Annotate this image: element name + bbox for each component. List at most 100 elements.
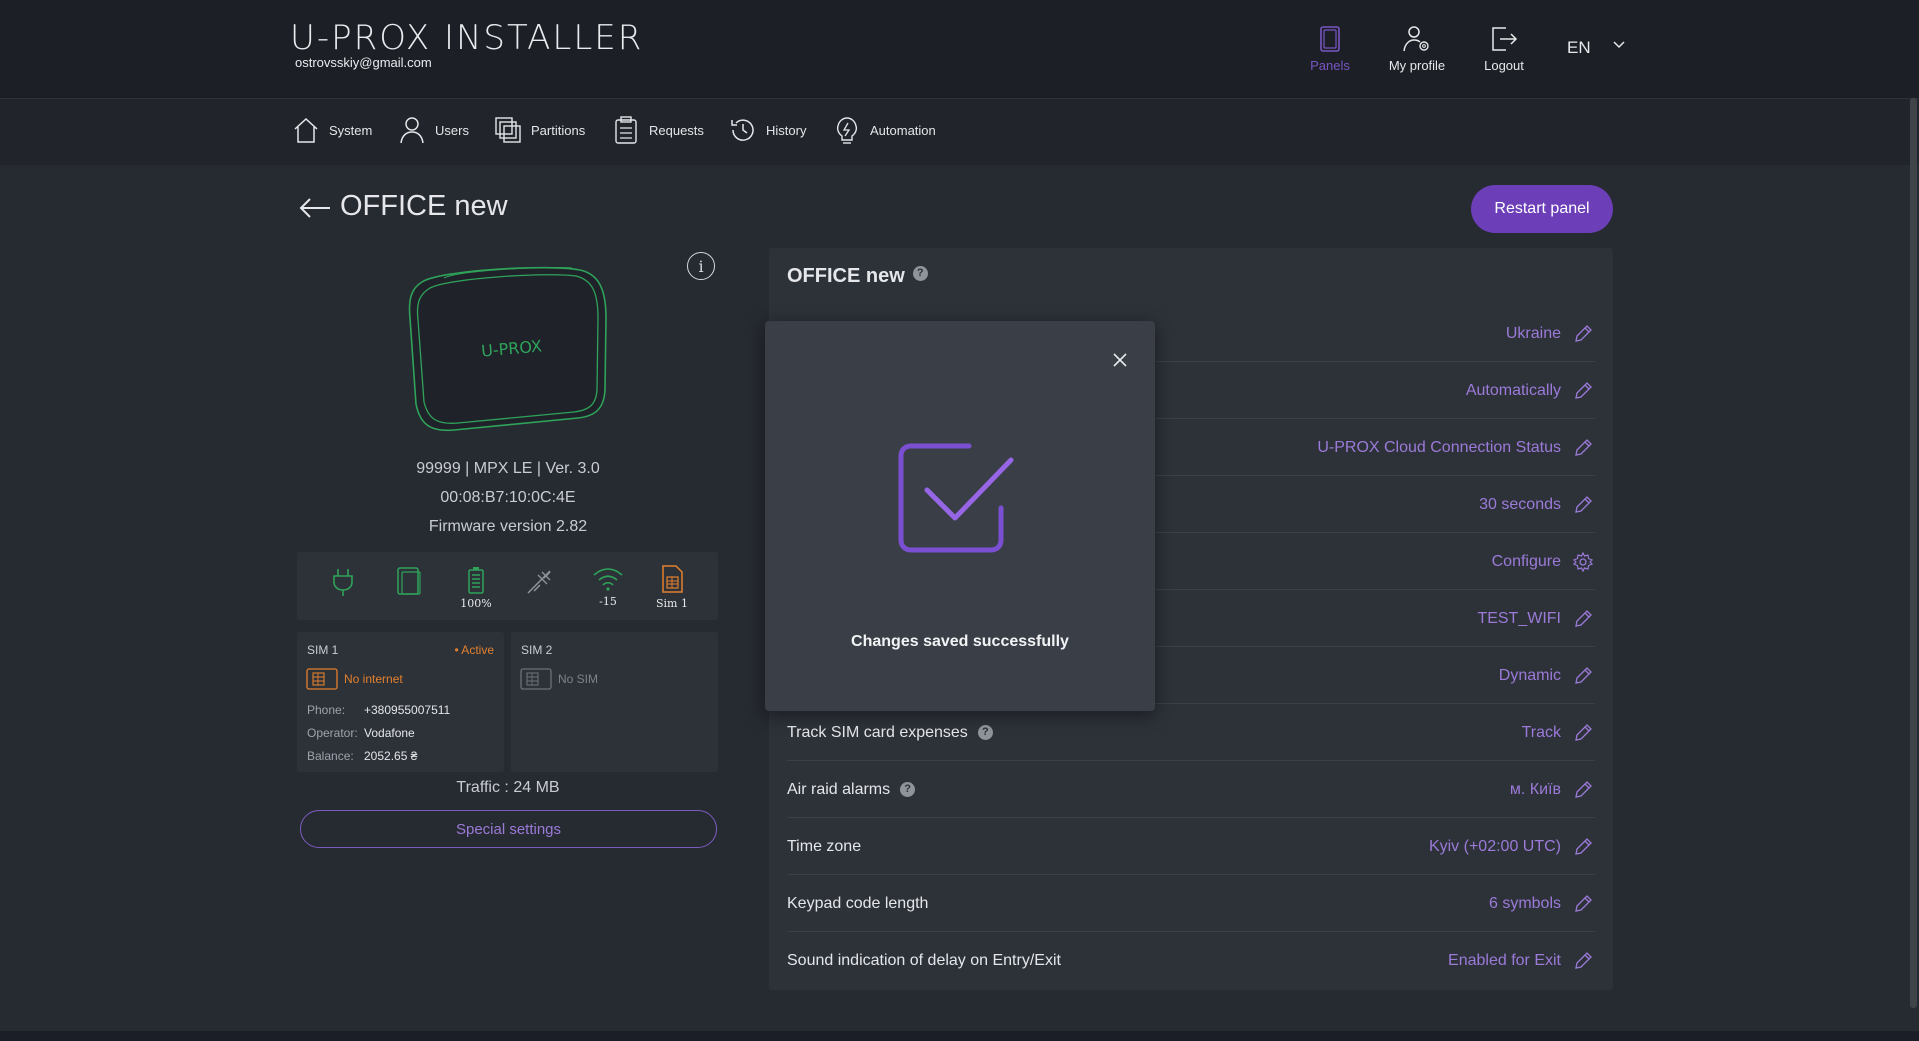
info-icon[interactable]: i — [687, 252, 715, 280]
nav-requests-label: Requests — [649, 122, 704, 138]
pencil-icon[interactable] — [1573, 723, 1593, 743]
sim1-phone-label: Phone: — [307, 703, 346, 717]
wifi-icon — [593, 568, 623, 591]
sim1-operator: Vodafone — [364, 726, 415, 740]
back-arrow-icon[interactable] — [298, 196, 332, 220]
settings-row-value[interactable]: 30 seconds — [1479, 476, 1561, 533]
settings-row-track-sim[interactable]: Track SIM card expenses? Track — [769, 704, 1613, 761]
taskbar-strip — [0, 1031, 1919, 1041]
settings-row-value[interactable]: м. Київ — [1510, 761, 1561, 818]
partitions-icon — [495, 117, 521, 143]
settings-row-value[interactable]: TEST_WIFI — [1477, 590, 1561, 647]
device-image: U-PROX — [408, 266, 607, 432]
page-title: OFFICE new — [340, 190, 508, 222]
battery-icon — [468, 567, 484, 594]
panel-device-icon — [1320, 26, 1340, 52]
pencil-icon[interactable] — [1573, 666, 1593, 686]
settings-row-value[interactable]: Track — [1522, 704, 1561, 761]
help-icon[interactable]: ? — [900, 782, 916, 798]
power-plug-icon — [329, 566, 357, 601]
settings-row-value[interactable]: Ukraine — [1506, 305, 1561, 362]
user-email: ostrovsskiy@gmail.com — [295, 55, 432, 70]
page-scrollbar[interactable] — [1910, 98, 1917, 1008]
help-icon[interactable]: ? — [977, 725, 993, 741]
pencil-icon[interactable] — [1573, 381, 1593, 401]
help-icon[interactable]: ? — [912, 265, 928, 281]
settings-row-air-raid[interactable]: Air raid alarms? м. Київ — [769, 761, 1613, 818]
battery-level: 100% — [460, 597, 492, 610]
settings-row-label: Air raid alarms? — [787, 761, 916, 818]
nav-automation-label: Automation — [870, 122, 936, 138]
wifi-indicator: -15 — [588, 566, 628, 608]
logout-icon — [1492, 27, 1518, 51]
sim1-title: SIM 1 — [307, 643, 339, 657]
device-firmware: Firmware version 2.82 — [428, 518, 588, 535]
settings-row-value[interactable]: Kyiv (+02:00 UTC) — [1429, 818, 1561, 875]
close-icon[interactable] — [1109, 349, 1131, 371]
my-profile-label: My profile — [1388, 58, 1446, 73]
gear-icon[interactable] — [1573, 552, 1593, 572]
nav-system[interactable]: System — [291, 114, 372, 146]
settings-title: OFFICE new? — [787, 265, 928, 288]
language-selector[interactable]: EN — [1567, 38, 1591, 58]
settings-row-value[interactable]: U-PROX Cloud Connection Status — [1317, 419, 1561, 476]
nav-automation[interactable]: Automation — [832, 114, 936, 146]
pencil-icon[interactable] — [1573, 324, 1593, 344]
sim2-status: No SIM — [558, 672, 599, 686]
settings-row-sound-indication[interactable]: Sound indication of delay on Entry/Exit … — [769, 932, 1613, 989]
sim-card-icon — [306, 668, 338, 690]
settings-row-keypad[interactable]: Keypad code length 6 symbols — [769, 875, 1613, 932]
special-settings-button[interactable]: Special settings — [300, 810, 717, 848]
pencil-icon[interactable] — [1573, 837, 1593, 857]
nav-requests[interactable]: Requests — [611, 114, 704, 146]
traffic-usage: Traffic : 24 MB — [456, 779, 560, 796]
panels-button[interactable]: Panels — [1285, 24, 1375, 73]
device-model: 99999 | MPX LE | Ver. 3.0 — [416, 460, 600, 477]
history-icon — [731, 119, 754, 141]
main-nav — [0, 98, 1919, 165]
logout-label: Logout — [1484, 58, 1524, 73]
wifi-signal: -15 — [599, 595, 617, 608]
nav-users-label: Users — [435, 122, 469, 138]
settings-row-time-zone[interactable]: Time zone Kyiv (+02:00 UTC) — [769, 818, 1613, 875]
pencil-icon[interactable] — [1573, 495, 1593, 515]
nav-system-label: System — [329, 122, 373, 138]
pencil-icon[interactable] — [1573, 894, 1593, 914]
settings-row-value[interactable]: Configure — [1492, 533, 1561, 590]
pencil-icon[interactable] — [1573, 780, 1593, 800]
sim1-balance: 2052.65 ₴ — [364, 749, 418, 763]
logout-button[interactable]: Logout — [1459, 24, 1549, 73]
nav-history[interactable]: History — [728, 114, 806, 146]
user-settings-icon — [1403, 26, 1429, 52]
settings-row-value[interactable]: Automatically — [1466, 362, 1561, 419]
settings-title-text: OFFICE new — [787, 265, 905, 287]
restart-panel-button[interactable]: Restart panel — [1471, 185, 1613, 233]
pencil-icon[interactable] — [1573, 951, 1593, 971]
settings-row-label: Sound indication of delay on Entry/Exit — [787, 952, 1061, 969]
sim-card-icon — [662, 565, 683, 593]
sim-card-icon — [520, 668, 552, 690]
sim-indicator: Sim 1 — [654, 564, 690, 610]
settings-row-value[interactable]: 6 symbols — [1489, 875, 1561, 932]
air-raid-label: Air raid alarms — [787, 781, 891, 798]
pencil-icon[interactable] — [1573, 609, 1593, 629]
settings-row-value[interactable]: Enabled for Exit — [1448, 932, 1561, 989]
sim1-active-badge: • Active — [454, 643, 494, 657]
my-profile-button[interactable]: My profile — [1372, 24, 1462, 73]
nav-partitions[interactable]: Partitions — [493, 114, 585, 146]
track-sim-label: Track SIM card expenses — [787, 724, 968, 741]
app-logo[interactable]: U-PROX INSTALLER — [290, 18, 643, 58]
battery-indicator: 100% — [458, 566, 494, 610]
settings-row-value[interactable]: Dynamic — [1499, 647, 1561, 704]
panel-tamper-icon — [395, 565, 423, 600]
nav-partitions-label: Partitions — [531, 122, 586, 138]
chevron-down-icon[interactable] — [1612, 40, 1626, 50]
settings-row-label: Track SIM card expenses? — [787, 704, 993, 761]
sim1-balance-label: Balance: — [307, 749, 354, 763]
sim2-title: SIM 2 — [521, 643, 553, 657]
settings-row-label: Keypad code length — [787, 895, 929, 912]
pencil-icon[interactable] — [1573, 438, 1593, 458]
sim1-card: SIM 1 • Active No internet Phone: +380955… — [297, 632, 504, 772]
clipboard-icon — [615, 116, 637, 144]
nav-users[interactable]: Users — [397, 114, 469, 146]
